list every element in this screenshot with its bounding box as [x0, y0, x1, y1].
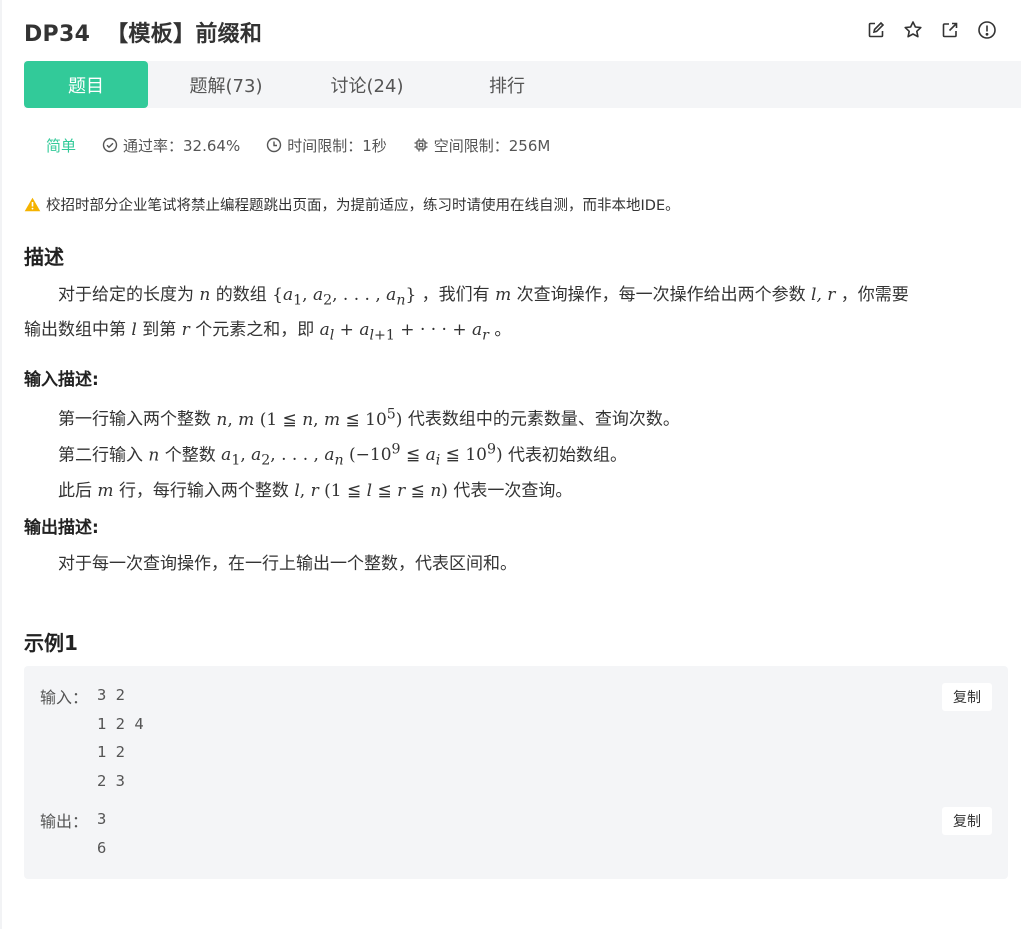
output-desc-heading: 输出描述: — [24, 518, 99, 538]
example-output-code: 3 6 — [97, 810, 107, 857]
check-circle-icon — [102, 137, 118, 153]
tab-solutions[interactable]: 题解(73) — [148, 61, 304, 108]
time-limit: 时间限制：1秒 — [266, 135, 387, 156]
external-link-icon[interactable] — [940, 20, 960, 40]
problem-title: DP34 【模板】前缀和 — [24, 22, 263, 47]
memory-limit-text: 空间限制：256M — [433, 136, 551, 155]
description-heading: 描述 — [24, 245, 64, 269]
input-desc-heading: 输入描述: — [24, 370, 99, 390]
star-icon[interactable] — [903, 20, 923, 40]
math-array: {a1, a2, . . . , an} — [272, 285, 417, 309]
exam-warning: 校招时部分企业笔试将禁止编程题跳出页面，为提前适应，练习时请使用在线自测，而非本… — [24, 194, 680, 215]
math-n: n — [199, 285, 211, 305]
tab-discussion[interactable]: 讨论(24) — [304, 61, 430, 108]
problem-meta: 简单 通过率：32.64% 时间限制：1秒 空间限制：256M — [46, 134, 576, 156]
math-sum: al + al+1 + · · · + ar — [319, 320, 489, 344]
info-icon[interactable] — [977, 20, 997, 40]
time-limit-text: 时间限制：1秒 — [287, 136, 387, 155]
left-border — [0, 0, 2, 929]
example-input-label: 输入： — [40, 688, 89, 707]
pass-rate: 通过率：32.64% — [102, 135, 240, 156]
example-panel: 输入： 3 2 1 2 4 1 2 2 3 复制 输出： 3 6 复制 — [24, 666, 1008, 879]
example-output-label: 输出： — [40, 812, 89, 831]
clock-icon — [267, 137, 282, 153]
copy-output-button[interactable]: 复制 — [942, 807, 992, 835]
tab-problem[interactable]: 题目 — [24, 61, 148, 108]
copy-input-button[interactable]: 复制 — [942, 683, 992, 711]
memory-limit: 空间限制：256M — [413, 135, 551, 156]
difficulty-badge: 简单 — [46, 136, 77, 155]
math-r: r — [181, 320, 190, 341]
pass-rate-text: 通过率：32.64% — [123, 136, 241, 155]
description-text: 对于给定的长度为 n 的数组 {a1, a2, . . . , an} ，我们有… — [24, 285, 909, 344]
tab-ranking[interactable]: 排行 — [430, 61, 584, 108]
example-heading: 示例1 — [24, 631, 78, 655]
input-desc-text: 第一行输入两个整数 n, m (1 ≦ n, m ≦ 105) 代表数组中的元素… — [58, 406, 680, 501]
tab-bar: 题目 题解(73) 讨论(24) 排行 — [24, 61, 1021, 108]
edit-icon[interactable] — [866, 20, 886, 40]
output-desc-text: 对于每一次查询操作，在一行上输出一个整数，代表区间和。 — [58, 554, 517, 574]
example-input-code: 3 2 1 2 4 1 2 2 3 — [97, 686, 144, 790]
chip-icon — [414, 138, 428, 152]
warning-text: 校招时部分企业笔试将禁止编程题跳出页面，为提前适应，练习时请使用在线自测，而非本… — [46, 198, 680, 214]
problem-header: DP34 【模板】前缀和 — [24, 14, 1007, 50]
math-l-r: l, r — [811, 285, 836, 305]
warning-icon — [24, 197, 41, 212]
math-m: m — [495, 285, 512, 305]
math-l: l — [131, 320, 137, 341]
header-actions — [866, 20, 997, 40]
